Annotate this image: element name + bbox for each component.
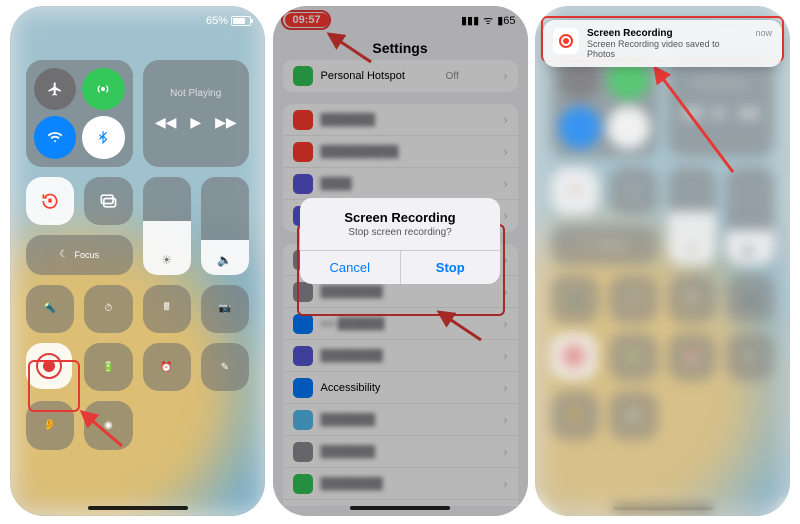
- calculator-icon: 🖩: [164, 300, 170, 317]
- camera-icon: 📷: [219, 303, 231, 314]
- focus-icon: ☾: [60, 249, 69, 260]
- quick-note-icon: ✎: [221, 362, 229, 373]
- camera-button[interactable]: 📷: [201, 285, 249, 333]
- phone-control-center: 65% Not Playing: [10, 6, 265, 516]
- prev-icon[interactable]: ◀◀: [155, 114, 177, 131]
- calculator-button[interactable]: 🖩: [143, 285, 191, 333]
- volume-icon: 🔈: [217, 253, 232, 267]
- alarm-icon: ⏰: [160, 362, 172, 373]
- blur-overlay: [535, 6, 790, 516]
- flashlight-icon: 🔦: [44, 303, 56, 314]
- airplane-mode-toggle[interactable]: [34, 68, 76, 110]
- brightness-slider[interactable]: ☀: [143, 177, 191, 275]
- wifi-icon: [47, 129, 63, 145]
- phone-notification: 65% Not Playing ◀◀▶▶▶ ⟲ ▢ ☀ 🔈 ☾Focus 🔦 ⏱…: [535, 6, 790, 516]
- brightness-icon: ☀: [161, 253, 172, 267]
- battery-indicator: 65%: [206, 15, 251, 27]
- cancel-button[interactable]: Cancel: [300, 251, 400, 284]
- notification-title: Screen Recording: [587, 28, 747, 39]
- hearing-button[interactable]: 👂: [26, 401, 74, 449]
- stop-button[interactable]: Stop: [400, 251, 501, 284]
- bluetooth-toggle[interactable]: [82, 116, 124, 158]
- screen-mirroring-icon: [98, 191, 118, 211]
- media-controls: ◀◀ ▶ ▶▶: [145, 107, 247, 139]
- low-power-button[interactable]: 🔋: [84, 343, 132, 391]
- timer-button[interactable]: ⏱: [84, 285, 132, 333]
- airplane-icon: [47, 81, 63, 97]
- battery-percent: 65%: [206, 15, 228, 27]
- wifi-toggle[interactable]: [34, 116, 76, 158]
- screen-recording-alert: Screen Recording Stop screen recording? …: [300, 198, 500, 284]
- airdrop-toggle[interactable]: [82, 68, 124, 110]
- airdrop-icon: [95, 81, 111, 97]
- alert-message: Stop screen recording?: [300, 227, 500, 250]
- notification-subtitle: Screen Recording video saved to Photos: [587, 39, 747, 59]
- shazam-button[interactable]: ◉: [84, 401, 132, 449]
- media-module[interactable]: Not Playing ◀◀ ▶ ▶▶: [143, 60, 250, 167]
- notification-app-icon: [553, 28, 579, 54]
- hearing-icon: 👂: [44, 420, 56, 431]
- next-icon[interactable]: ▶▶: [215, 114, 237, 131]
- rotation-lock-toggle[interactable]: [26, 177, 74, 225]
- notification-time: now: [755, 28, 772, 59]
- screen-record-icon: [36, 353, 62, 379]
- media-title: Not Playing: [170, 88, 221, 99]
- play-icon[interactable]: ▶: [190, 114, 201, 131]
- home-indicator[interactable]: [88, 506, 188, 510]
- flashlight-button[interactable]: 🔦: [26, 285, 74, 333]
- status-bar: 65%: [10, 6, 265, 36]
- focus-button[interactable]: ☾ Focus: [26, 235, 133, 275]
- quick-note-button[interactable]: ✎: [201, 343, 249, 391]
- low-power-icon: 🔋: [102, 362, 114, 373]
- screen-recording-notification[interactable]: Screen Recording Screen Recording video …: [543, 20, 782, 67]
- control-center: Not Playing ◀◀ ▶ ▶▶ ☀: [10, 6, 265, 516]
- screen-mirroring-button[interactable]: [84, 177, 132, 225]
- rotation-lock-icon: [40, 191, 60, 211]
- shazam-icon: ◉: [104, 420, 113, 431]
- screen-record-button[interactable]: [26, 343, 72, 389]
- timer-icon: ⏱: [104, 303, 112, 314]
- alert-title: Screen Recording: [300, 198, 500, 227]
- connectivity-module: [26, 60, 133, 167]
- volume-slider[interactable]: 🔈: [201, 177, 249, 275]
- alarm-button[interactable]: ⏰: [143, 343, 191, 391]
- bluetooth-icon: [96, 130, 110, 144]
- focus-label: Focus: [74, 250, 99, 260]
- phone-settings-alert: 09:57 ▮▮▮ ᯤ ▮65 Settings Personal Hotspo…: [273, 6, 528, 516]
